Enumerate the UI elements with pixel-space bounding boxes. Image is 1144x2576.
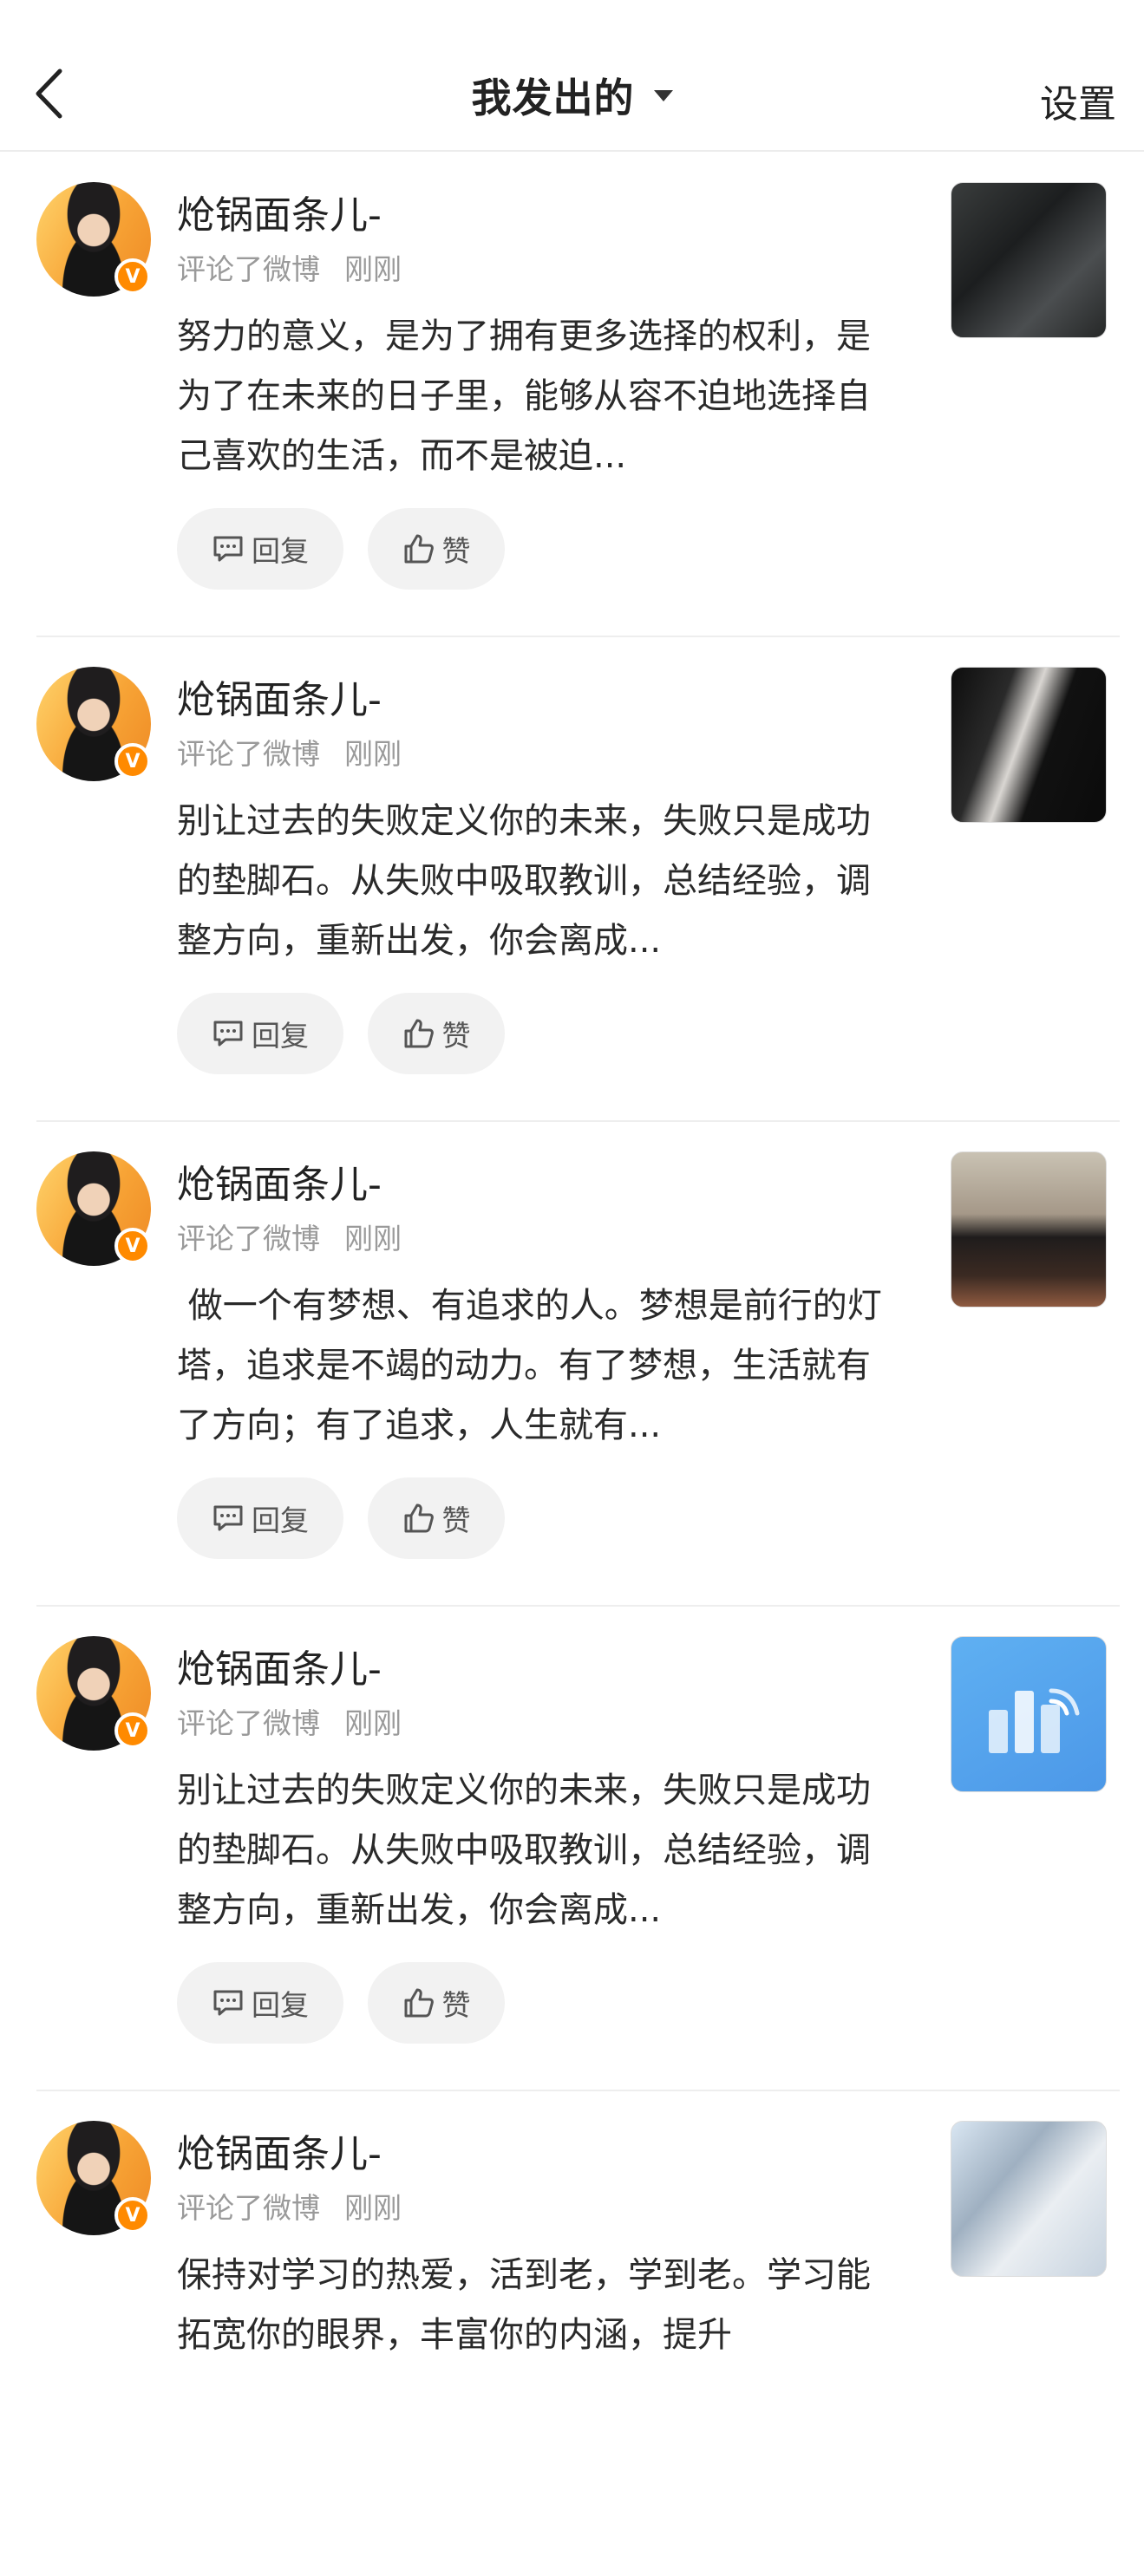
thumbs-up-icon — [404, 534, 434, 564]
like-label: 赞 — [441, 1019, 471, 1053]
action-text: 评论了微博 — [177, 2191, 320, 2225]
action-text: 评论了微博 — [177, 252, 320, 286]
reply-button[interactable]: 回复 — [177, 508, 343, 590]
comment-text[interactable]: 别让过去的失败定义你的未来，失败只是成功的垫脚石。从失败中吸取教训，总结经验，调… — [177, 792, 897, 971]
comment-item[interactable]: V 炝锅面条儿- 评论了微博 刚刚 努力的意义，是为了拥有更多选择的权利，是为了在… — [36, 153, 1120, 637]
comment-icon — [213, 536, 243, 562]
verified-badge-icon: V — [114, 258, 151, 295]
comment-text[interactable]: 别让过去的失败定义你的未来，失败只是成功的垫脚石。从失败中吸取教训，总结经验，调… — [177, 1761, 897, 1940]
action-text: 评论了微博 — [177, 1222, 320, 1255]
comment-meta: 评论了微博 刚刚 — [177, 1700, 402, 1742]
comment-text[interactable]: 保持对学习的热爱，活到老，学到老。学习能拓宽你的眼界，丰富你的内涵，提升 — [177, 2246, 897, 2365]
weibo-thumbnail[interactable] — [951, 182, 1107, 338]
comment-feed: V 炝锅面条儿- 评论了微博 刚刚 努力的意义，是为了拥有更多选择的权利，是为了在… — [0, 153, 1144, 2576]
timestamp: 刚刚 — [344, 252, 402, 286]
comment-item[interactable]: V 炝锅面条儿- 评论了微博 刚刚 保持对学习的热爱，活到老，学到老。学习能拓宽你… — [36, 2091, 1120, 2576]
bar-chart-signal-icon — [989, 1688, 1080, 1753]
comment-icon — [213, 1505, 243, 1531]
author-name[interactable]: 炝锅面条儿- — [177, 1638, 382, 1693]
comment-meta: 评论了微博 刚刚 — [177, 1216, 402, 1257]
comment-item[interactable]: V 炝锅面条儿- 评论了微博 刚刚 别让过去的失败定义你的未来，失败只是成功的垫脚… — [36, 637, 1120, 1122]
reply-label: 回复 — [252, 1503, 309, 1537]
weibo-thumbnail[interactable] — [951, 2121, 1107, 2277]
thumbs-up-icon — [404, 1988, 434, 2018]
title-dropdown[interactable]: 我发出的 — [0, 68, 1144, 123]
author-name[interactable]: 炝锅面条儿- — [177, 1153, 382, 1209]
timestamp: 刚刚 — [344, 1706, 402, 1740]
action-bar: 回复 赞 — [177, 1477, 505, 1559]
verified-badge-icon: V — [114, 1228, 151, 1264]
like-button[interactable]: 赞 — [368, 993, 505, 1074]
weibo-thumbnail[interactable] — [951, 667, 1107, 823]
reply-label: 回复 — [252, 1019, 309, 1053]
thumbs-up-icon — [404, 1503, 434, 1533]
author-name[interactable]: 炝锅面条儿- — [177, 184, 382, 239]
top-nav-bar: 我发出的 设置 — [0, 0, 1144, 152]
comment-icon — [213, 1021, 243, 1047]
author-name[interactable]: 炝锅面条儿- — [177, 2123, 382, 2178]
avatar[interactable]: V — [36, 2121, 151, 2235]
reply-button[interactable]: 回复 — [177, 993, 343, 1074]
timestamp: 刚刚 — [344, 2191, 402, 2225]
avatar[interactable]: V — [36, 1636, 151, 1751]
comment-meta: 评论了微博 刚刚 — [177, 246, 402, 288]
comment-meta: 评论了微博 刚刚 — [177, 731, 402, 773]
timestamp: 刚刚 — [344, 1222, 402, 1255]
comment-text[interactable]: 努力的意义，是为了拥有更多选择的权利，是为了在未来的日子里，能够从容不迫地选择自… — [177, 307, 897, 486]
page-title: 我发出的 — [471, 75, 635, 121]
like-label: 赞 — [441, 1503, 471, 1537]
reply-button[interactable]: 回复 — [177, 1962, 343, 2044]
author-name[interactable]: 炝锅面条儿- — [177, 668, 382, 724]
weibo-thumbnail[interactable] — [951, 1636, 1107, 1792]
like-label: 赞 — [441, 534, 471, 568]
action-bar: 回复 赞 — [177, 993, 505, 1074]
avatar[interactable]: V — [36, 1151, 151, 1266]
comment-item[interactable]: V 炝锅面条儿- 评论了微博 刚刚 做一个有梦想、有追求的人。梦想是前行的灯塔，追… — [36, 1122, 1120, 1607]
comment-meta: 评论了微博 刚刚 — [177, 2185, 402, 2227]
comment-item[interactable]: V 炝锅面条儿- 评论了微博 刚刚 别让过去的失败定义你的未来，失败只是成功的垫脚… — [36, 1607, 1120, 2091]
reply-label: 回复 — [252, 1988, 309, 2022]
like-label: 赞 — [441, 1988, 471, 2022]
settings-button[interactable]: 设置 — [1040, 73, 1116, 128]
weibo-thumbnail[interactable] — [951, 1151, 1107, 1308]
action-bar: 回复 赞 — [177, 508, 505, 590]
verified-badge-icon: V — [114, 2197, 151, 2234]
like-button[interactable]: 赞 — [368, 508, 505, 590]
comment-icon — [213, 1990, 243, 2016]
caret-down-icon — [653, 89, 673, 101]
avatar[interactable]: V — [36, 182, 151, 297]
reply-label: 回复 — [252, 534, 309, 568]
thumbs-up-icon — [404, 1019, 434, 1048]
reply-button[interactable]: 回复 — [177, 1477, 343, 1559]
avatar[interactable]: V — [36, 667, 151, 781]
action-bar: 回复 赞 — [177, 1962, 505, 2044]
like-button[interactable]: 赞 — [368, 1477, 505, 1559]
timestamp: 刚刚 — [344, 737, 402, 771]
action-text: 评论了微博 — [177, 1706, 320, 1740]
like-button[interactable]: 赞 — [368, 1962, 505, 2044]
verified-badge-icon: V — [114, 1712, 151, 1749]
action-text: 评论了微博 — [177, 737, 320, 771]
comment-text[interactable]: 做一个有梦想、有追求的人。梦想是前行的灯塔，追求是不竭的动力。有了梦想，生活就有… — [177, 1276, 897, 1456]
verified-badge-icon: V — [114, 743, 151, 779]
